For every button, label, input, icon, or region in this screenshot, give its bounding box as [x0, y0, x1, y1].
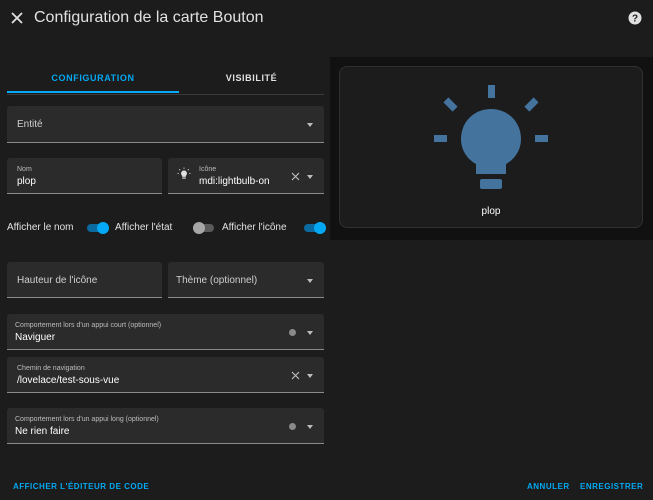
chevron-down-icon [307, 123, 313, 127]
chevron-down-icon [307, 279, 313, 283]
icon-value: mdi:lightbulb-on [199, 176, 270, 187]
hold-action-value: Ne rien faire [15, 426, 70, 437]
chevron-down-icon [307, 374, 313, 378]
icon-height-label: Hauteur de l'icône [17, 275, 98, 286]
name-value: plop [17, 176, 36, 187]
entity-select[interactable]: Entité [7, 106, 324, 143]
info-icon[interactable] [289, 423, 296, 430]
editor-tabs: CONFIGURATION VISIBILITÉ [7, 62, 324, 95]
button-card-preview[interactable]: plop [339, 66, 643, 228]
hold-action-label: Comportement lors d'un appui long (optio… [15, 416, 159, 423]
info-icon[interactable] [289, 329, 296, 336]
show-icon-switch[interactable] [304, 222, 326, 234]
close-icon[interactable] [7, 8, 27, 28]
name-label: Nom [17, 166, 32, 173]
help-icon[interactable]: ? [628, 11, 642, 25]
show-icon-label: Afficher l'icône [222, 222, 287, 233]
tab-visibility[interactable]: VISIBILITÉ [179, 62, 324, 93]
cancel-button[interactable]: ANNULER [527, 482, 570, 491]
lightbulb-on-icon [177, 167, 191, 179]
navigation-path-select[interactable]: Chemin de navigation /lovelace/test-sous… [7, 357, 324, 393]
svg-text:?: ? [632, 14, 638, 25]
show-name-label: Afficher le nom [7, 222, 74, 233]
tap-action-value: Naviguer [15, 332, 56, 343]
theme-select[interactable]: Thème (optionnel) [168, 262, 324, 298]
tap-action-label: Comportement lors d'un appui court (opti… [15, 322, 162, 329]
chevron-down-icon [307, 175, 313, 179]
lightbulb-on-icon [434, 85, 548, 189]
theme-label: Thème (optionnel) [176, 275, 258, 286]
tab-configuration[interactable]: CONFIGURATION [7, 62, 179, 93]
save-button[interactable]: ENREGISTRER [580, 482, 643, 491]
dialog-header: Configuration de la carte Bouton ? [0, 0, 653, 38]
dialog-title: Configuration de la carte Bouton [34, 9, 264, 26]
show-name-switch[interactable] [87, 222, 109, 234]
card-name: plop [481, 206, 501, 217]
show-state-switch[interactable] [193, 222, 214, 234]
clear-icon[interactable] [291, 371, 300, 380]
icon-picker[interactable]: Icône mdi:lightbulb-on [168, 158, 324, 194]
icon-label: Icône [199, 166, 217, 173]
name-field[interactable]: Nom plop [7, 158, 162, 194]
chevron-down-icon [307, 425, 313, 429]
display-toggles: Afficher le nom Afficher l'état Afficher… [7, 218, 326, 238]
navigation-path-label: Chemin de navigation [17, 365, 85, 372]
tap-action-select[interactable]: Comportement lors d'un appui court (opti… [7, 314, 324, 350]
hold-action-select[interactable]: Comportement lors d'un appui long (optio… [7, 408, 324, 444]
chevron-down-icon [307, 331, 313, 335]
clear-icon[interactable] [291, 172, 300, 181]
show-code-editor-button[interactable]: AFFICHER L'ÉDITEUR DE CODE [13, 482, 149, 491]
entity-label: Entité [17, 119, 43, 130]
icon-height-field[interactable]: Hauteur de l'icône [7, 262, 162, 298]
show-state-label: Afficher l'état [115, 222, 173, 233]
card-config-dialog: Configuration de la carte Bouton ? CONFI… [0, 0, 653, 500]
navigation-path-value: /lovelace/test-sous-vue [17, 375, 120, 386]
